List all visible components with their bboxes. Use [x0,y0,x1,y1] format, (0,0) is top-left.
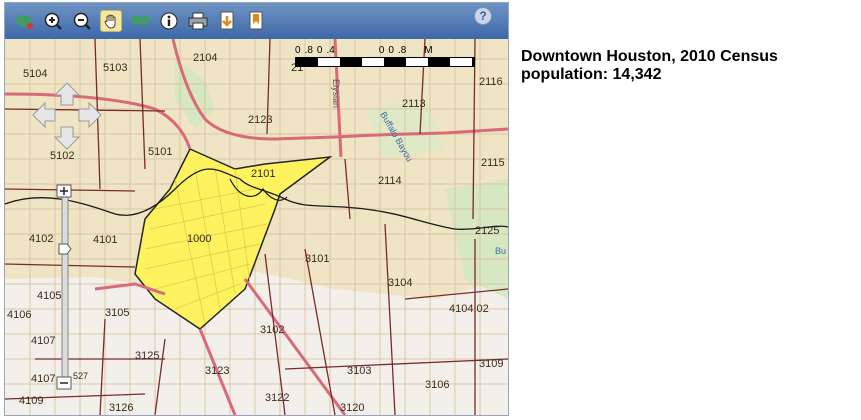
tract-label: 3101 [305,253,329,265]
tract-label: 2125 [475,225,499,237]
tract-label: 4101 [93,234,117,246]
full-extent-icon [16,15,33,29]
scale-label: 0 [378,45,385,56]
tract-label: Bu [495,246,506,256]
caption-line-1: Downtown Houston, 2010 Census [521,48,778,65]
tract-label: 3123 [205,365,229,377]
bookmark-button[interactable] [245,10,267,32]
map-toolbar: ? [5,3,508,39]
tract-label: 2101 [251,168,275,180]
tract-label: 4107 [31,335,55,347]
us-map-button[interactable] [129,10,151,32]
tract-label: 3120 [340,402,364,414]
tract-label: 2113 [402,98,426,110]
tract-label: 4105 [37,290,61,302]
tract-label: 3102 [260,324,284,336]
scale-label: .8 [397,45,407,56]
zoom-in-icon [44,12,62,30]
tract-label: 5103 [103,62,127,74]
info-icon [160,12,178,30]
tract-label: 3109 [479,358,503,370]
tract-label: 2115 [481,157,505,169]
zoom-in-button[interactable] [42,10,64,32]
zoom-out-icon [73,12,91,30]
map-canvas[interactable]: 5104 5103 2104 21 2116 2113 2123 5102 51… [5,39,508,415]
tract-label: 527 [73,371,88,381]
help-icon[interactable]: ? [474,7,492,25]
export-icon [220,11,234,30]
tract-label: 3103 [347,365,371,377]
pan-button[interactable] [100,10,122,32]
tract-label: 4104.02 [449,303,489,315]
info-caption: Downtown Houston, 2010 Census population… [521,48,821,84]
tract-label: 4102 [29,233,53,245]
scale-label: .8 [304,45,313,56]
zoom-track[interactable] [61,194,69,384]
caption-line-2: population: 14,342 [521,66,662,83]
tract-label: 3125 [135,350,159,362]
tract-label: 3122 [265,392,289,404]
print-button[interactable] [187,10,209,32]
tract-label: 3104 [388,277,412,289]
tract-label: 4106 [7,309,31,321]
scale-labels: 0 .8 0 .4 0 0 .8 M [295,45,475,56]
export-button[interactable] [216,10,238,32]
pan-hand-icon [104,14,116,29]
scale-label: 0 [295,45,301,56]
tract-label: 5102 [50,150,74,162]
full-extent-button[interactable] [13,10,35,32]
tract-label: 2104 [193,52,217,64]
tract-label: 4107 [31,373,55,385]
us-map-icon [130,16,150,26]
tract-label: 2114 [378,175,402,187]
tract-label: 4109 [19,395,43,407]
scale-label: M [424,45,433,56]
scale-bar: 0 .8 0 .4 0 0 .8 M [295,45,475,67]
tract-label: 5104 [23,68,47,80]
print-icon [188,12,208,30]
bookmark-icon [249,11,263,30]
zoom-out-button[interactable] [71,10,93,32]
tract-label: 2123 [248,114,272,126]
info-button[interactable] [158,10,180,32]
tract-label: 2116 [479,76,503,88]
tract-label: 3105 [105,307,129,319]
scale-label: 0 [316,45,323,56]
scale-label: 0 [388,45,394,56]
tract-label: 3106 [425,379,449,391]
street-label: Elysian [331,79,341,108]
map-panel[interactable]: ? 5104 5103 2104 21 2116 2113 2123 5102 … [4,2,509,416]
scale-label: .4 [326,45,335,56]
tract-label: 3126 [109,402,133,414]
tract-label: 1000 [187,233,211,245]
scale-bar-graphic [295,57,475,67]
tract-label: 5101 [148,146,172,158]
